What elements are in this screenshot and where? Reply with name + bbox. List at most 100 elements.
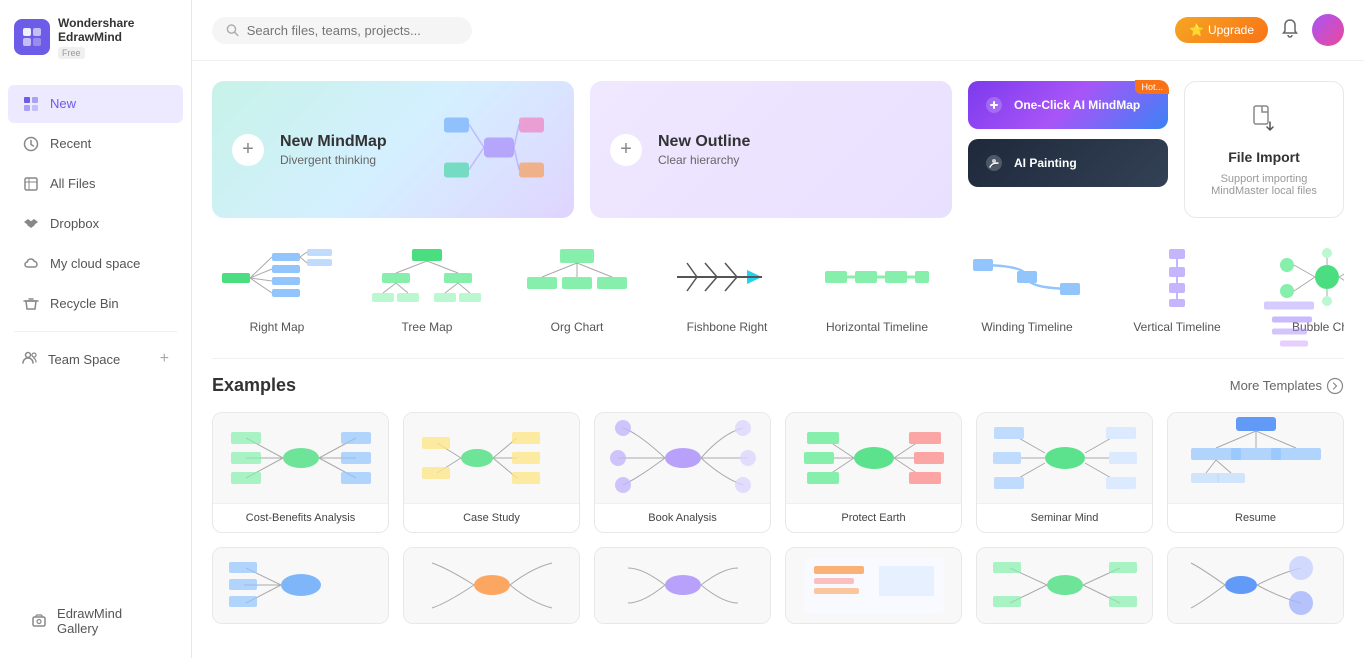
- sidebar-item-cloud-label: My cloud space: [50, 256, 140, 271]
- ai-painting-card[interactable]: AI Painting: [968, 139, 1168, 187]
- template-right-map-icon: [212, 242, 342, 312]
- templates-scroll: Right Map: [212, 242, 1344, 334]
- template-org-chart[interactable]: Org Chart: [512, 242, 642, 334]
- search-input[interactable]: [247, 23, 458, 38]
- template-fishbone[interactable]: Fishbone Right: [662, 242, 792, 334]
- ai-mindmap-label: One-Click AI MindMap: [1014, 98, 1140, 112]
- template-tree-map-label: Tree Map: [402, 320, 453, 334]
- gallery-label: EdrawMind Gallery: [57, 606, 161, 636]
- template-winding-timeline[interactable]: Winding Timeline: [962, 242, 1092, 334]
- new-mindmap-card[interactable]: + New MindMap Divergent thinking: [212, 81, 574, 218]
- gallery-icon: [30, 612, 47, 630]
- example-cost-benefits-label: Cost-Benefits Analysis: [213, 503, 388, 532]
- sidebar-item-cloud[interactable]: My cloud space: [8, 245, 183, 283]
- new-outline-card[interactable]: + New Outline Clear hierarchy: [590, 81, 952, 218]
- templates-section: Right Map: [212, 242, 1344, 334]
- example-resume[interactable]: Resume: [1167, 412, 1344, 533]
- example-protect-earth-label: Protect Earth: [786, 503, 961, 532]
- example-thumb: [404, 548, 579, 623]
- example-protect-earth[interactable]: Protect Earth: [785, 412, 962, 533]
- template-right-map-label: Right Map: [250, 320, 305, 334]
- outline-title: New Outline: [658, 133, 750, 151]
- examples-grid: Cost-Benefits Analysis: [212, 412, 1344, 533]
- ai-painting-label: AI Painting: [1014, 156, 1077, 170]
- file-import-title: File Import: [1228, 149, 1300, 165]
- header: ⭐ Upgrade: [192, 0, 1364, 61]
- example-thumb: [786, 413, 961, 503]
- mindmap-subtitle: Divergent thinking: [280, 153, 387, 167]
- upgrade-button[interactable]: ⭐ Upgrade: [1175, 17, 1268, 43]
- examples-header: Examples More Templates: [212, 375, 1344, 396]
- template-winding-label: Winding Timeline: [981, 320, 1072, 334]
- sidebar-item-recycle[interactable]: Recycle Bin: [8, 285, 183, 323]
- user-avatar[interactable]: [1312, 14, 1344, 46]
- new-icon: [22, 95, 40, 113]
- template-fishbone-label: Fishbone Right: [687, 320, 768, 334]
- search-bar[interactable]: [212, 17, 472, 44]
- example-r2-1[interactable]: [212, 547, 389, 624]
- example-r2-4[interactable]: [785, 547, 962, 624]
- examples-title: Examples: [212, 375, 296, 396]
- example-cost-benefits[interactable]: Cost-Benefits Analysis: [212, 412, 389, 533]
- recent-icon: [22, 135, 40, 153]
- app-badge: Free: [58, 47, 85, 59]
- dropbox-icon: [22, 215, 40, 233]
- more-templates-icon: [1326, 377, 1344, 395]
- template-v-timeline-label: Vertical Timeline: [1133, 320, 1220, 334]
- team-add-button[interactable]: +: [160, 350, 169, 368]
- sidebar-item-all-files[interactable]: All Files: [8, 165, 183, 203]
- search-icon: [226, 23, 239, 37]
- example-resume-label: Resume: [1168, 503, 1343, 532]
- ai-mindmap-card[interactable]: Hot... One-Click AI MindMap: [968, 81, 1168, 129]
- sidebar: WondershareEdrawMind Free New: [0, 0, 192, 658]
- sidebar-item-new-label: New: [50, 96, 76, 111]
- ai-painting-icon: [984, 153, 1004, 173]
- sidebar-item-team-space[interactable]: Team Space +: [8, 340, 183, 379]
- example-r2-3[interactable]: [594, 547, 771, 624]
- example-seminar-mind[interactable]: Seminar Mind: [976, 412, 1153, 533]
- template-tree-map[interactable]: Tree Map: [362, 242, 492, 334]
- example-thumb: [1168, 548, 1343, 623]
- more-templates-label: More Templates: [1230, 378, 1322, 393]
- sidebar-item-recent[interactable]: Recent: [8, 125, 183, 163]
- template-fishbone-icon: [662, 242, 792, 312]
- sidebar-item-dropbox[interactable]: Dropbox: [8, 205, 183, 243]
- team-space-label: Team Space: [48, 352, 150, 367]
- template-v-timeline[interactable]: Vertical Timeline: [1112, 242, 1242, 334]
- file-import-icon: [1248, 102, 1280, 141]
- team-icon: [22, 350, 38, 369]
- template-right-map[interactable]: Right Map: [212, 242, 342, 334]
- example-book-analysis[interactable]: Book Analysis: [594, 412, 771, 533]
- template-h-timeline-label: Horizontal Timeline: [826, 320, 928, 334]
- sidebar-item-gallery[interactable]: EdrawMind Gallery: [16, 596, 175, 646]
- notification-button[interactable]: [1280, 18, 1300, 43]
- app-name: WondershareEdrawMind: [58, 16, 134, 45]
- template-v-timeline-icon: [1112, 242, 1242, 312]
- example-thumb: [404, 413, 579, 503]
- more-templates-link[interactable]: More Templates: [1230, 377, 1344, 395]
- mindmap-card-text: New MindMap Divergent thinking: [280, 133, 387, 167]
- outline-illustration: [1244, 287, 1344, 372]
- example-r2-5[interactable]: [976, 547, 1153, 624]
- template-h-timeline-icon: [812, 242, 942, 312]
- example-r2-6[interactable]: [1167, 547, 1344, 624]
- example-case-study[interactable]: Case Study: [403, 412, 580, 533]
- example-seminar-label: Seminar Mind: [977, 503, 1152, 532]
- example-thumb: [213, 413, 388, 503]
- outline-subtitle: Clear hierarchy: [658, 153, 750, 167]
- example-book-analysis-label: Book Analysis: [595, 503, 770, 532]
- template-org-chart-label: Org Chart: [551, 320, 604, 334]
- template-winding-icon: [962, 242, 1092, 312]
- sidebar-item-new[interactable]: New: [8, 85, 183, 123]
- example-thumb: [977, 548, 1152, 623]
- sidebar-item-recent-label: Recent: [50, 136, 91, 151]
- top-cards: + New MindMap Divergent thinking: [212, 81, 1344, 218]
- example-r2-2[interactable]: [403, 547, 580, 624]
- file-import-card[interactable]: File Import Support importing MindMaster…: [1184, 81, 1344, 218]
- logo-text: WondershareEdrawMind Free: [58, 16, 134, 59]
- upgrade-icon: ⭐: [1189, 23, 1204, 37]
- sidebar-item-all-files-label: All Files: [50, 176, 96, 191]
- template-h-timeline[interactable]: Horizontal Timeline: [812, 242, 942, 334]
- logo-icon: [14, 19, 50, 55]
- hot-badge: Hot...: [1135, 80, 1169, 94]
